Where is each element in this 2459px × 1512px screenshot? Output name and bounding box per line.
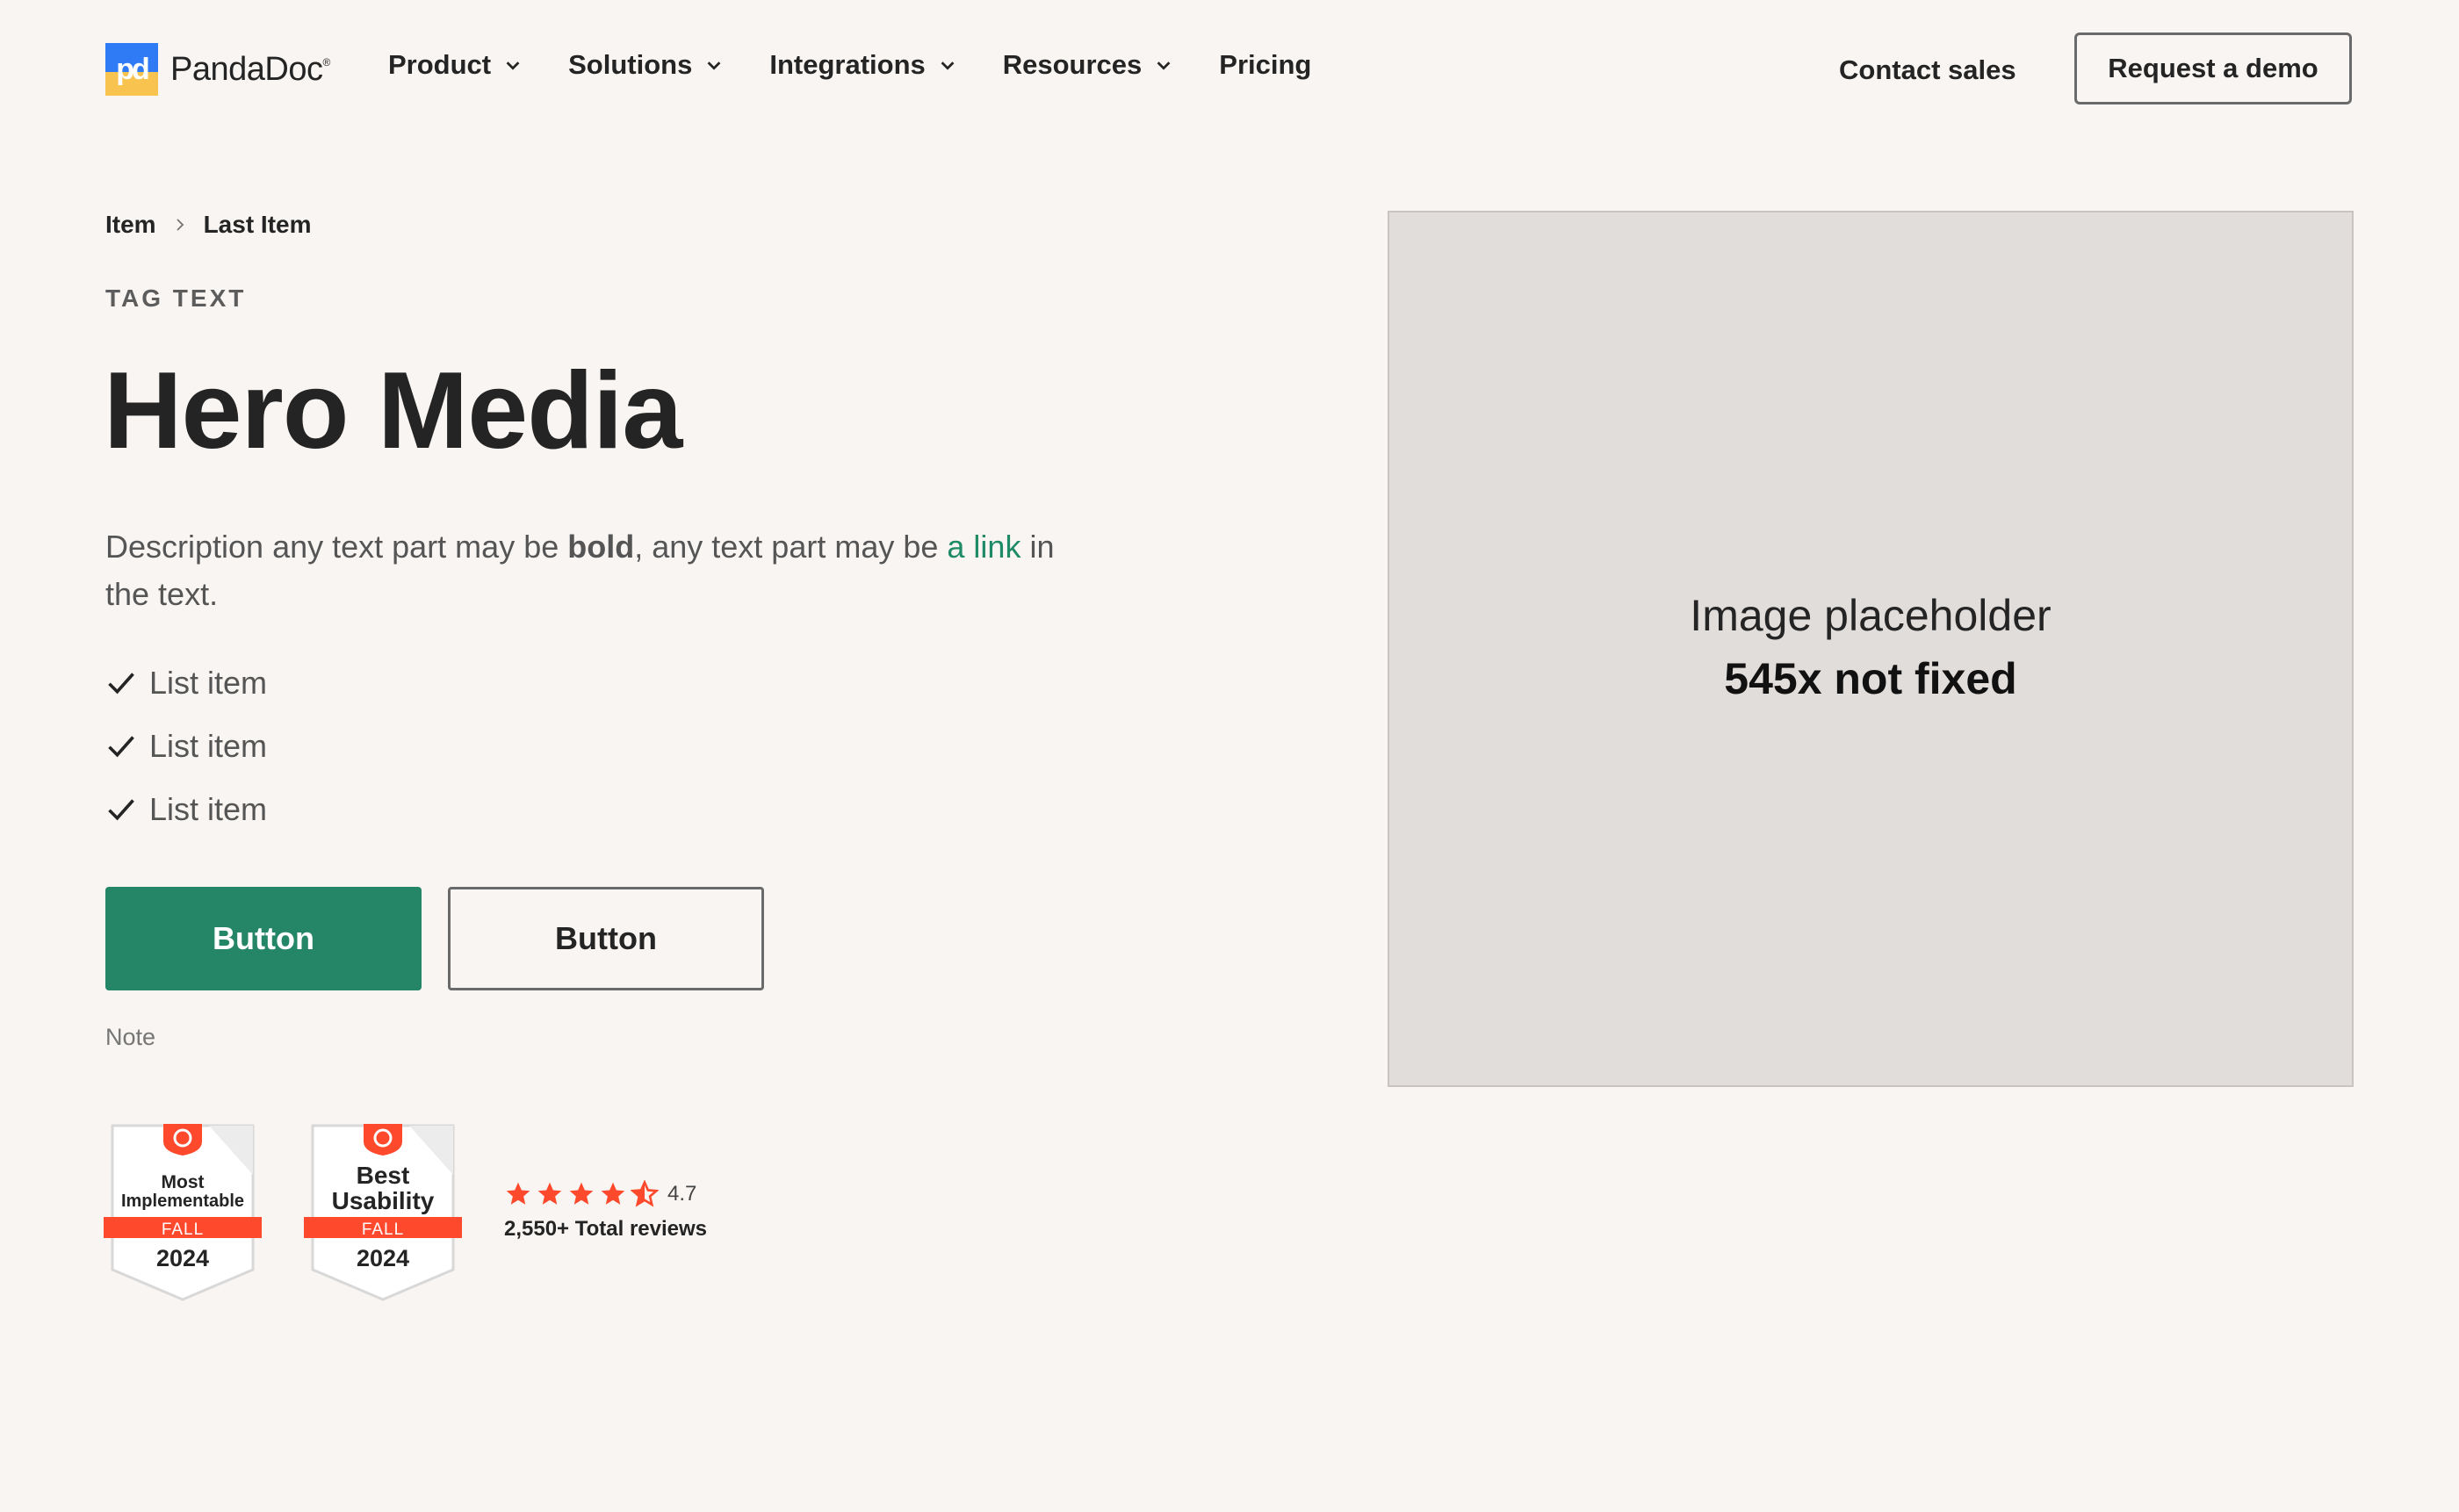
- nav-item-solutions[interactable]: Solutions: [568, 49, 724, 81]
- secondary-button[interactable]: Button: [448, 887, 764, 990]
- g2-badge-most-implementable: Most Implementable FALL 2024: [104, 1122, 262, 1303]
- breadcrumb-item[interactable]: Item: [105, 211, 156, 239]
- list-item: List item: [105, 778, 267, 841]
- primary-button[interactable]: Button: [105, 887, 422, 990]
- breadcrumb: Item Last Item: [105, 211, 312, 239]
- star-icon: [569, 1182, 594, 1205]
- placeholder-size: 545x not fixed: [1724, 654, 2017, 703]
- nav-item-product[interactable]: Product: [388, 49, 523, 81]
- feature-list: List item List item List item: [105, 652, 267, 841]
- star-icon: [537, 1182, 562, 1205]
- star-icon: [506, 1182, 530, 1205]
- placeholder-label: Image placeholder: [1690, 591, 2052, 640]
- chevron-down-icon: [941, 61, 955, 70]
- nav-item-pricing[interactable]: Pricing: [1219, 49, 1311, 81]
- list-item: List item: [105, 652, 267, 715]
- tag-text: TAG TEXT: [105, 284, 247, 312]
- chevron-down-icon: [1157, 61, 1171, 70]
- page-title: Hero Media: [104, 350, 682, 472]
- hero-description: Description any text part may be bold, a…: [105, 529, 1055, 612]
- pandadoc-logo[interactable]: pd PandaDoc®: [105, 42, 330, 97]
- pandadoc-logo-mark: pd: [105, 43, 158, 96]
- checkmark-icon: [108, 736, 134, 758]
- main-nav: Product Solutions Integrations Resources…: [388, 49, 1357, 81]
- bold-text: bold: [567, 529, 635, 565]
- hero-image-placeholder: Image placeholder 545x not fixed: [1388, 211, 2354, 1087]
- chevron-down-icon: [707, 61, 721, 70]
- description-link[interactable]: a link: [947, 529, 1020, 565]
- request-demo-button[interactable]: Request a demo: [2074, 32, 2352, 104]
- g2-badge-best-usability: Best Usability FALL 2024: [304, 1122, 462, 1303]
- pandadoc-wordmark: PandaDoc®: [170, 50, 330, 88]
- list-item: List item: [105, 715, 267, 778]
- nav-item-resources[interactable]: Resources: [1003, 49, 1174, 81]
- chevron-down-icon: [506, 61, 520, 70]
- breadcrumb-current: Last Item: [203, 211, 312, 238]
- contact-sales-link[interactable]: Contact sales: [1839, 54, 2016, 86]
- rating-value: 4.7: [667, 1182, 697, 1206]
- nav-item-integrations[interactable]: Integrations: [769, 49, 956, 81]
- star-rating: 4.7: [504, 1180, 707, 1208]
- chevron-right-icon: [176, 219, 184, 231]
- rating-summary: 4.7 2,550+ Total reviews: [504, 1180, 707, 1242]
- note-text: Note: [105, 1024, 156, 1050]
- star-half-icon: [631, 1180, 659, 1207]
- g2-badge-shield-icon: [104, 1124, 262, 1301]
- checkmark-icon: [108, 673, 134, 695]
- total-reviews: 2,550+ Total reviews: [504, 1217, 708, 1241]
- checkmark-icon: [108, 799, 134, 821]
- site-header: pd PandaDoc® Product Solutions Integrati…: [0, 0, 2459, 140]
- star-icon: [601, 1182, 625, 1205]
